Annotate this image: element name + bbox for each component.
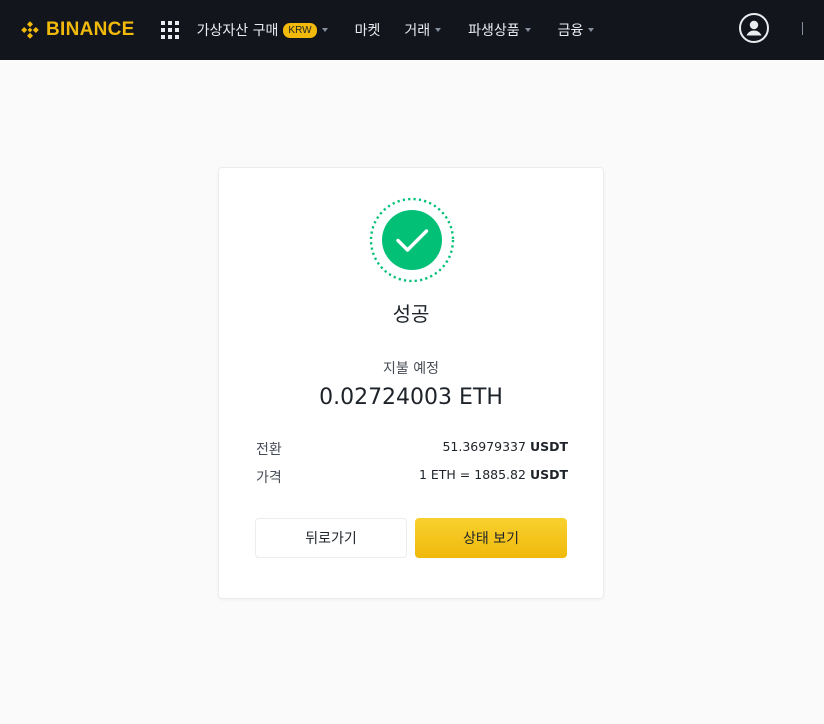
detail-key: 가격 (256, 470, 282, 486)
binance-logo-icon (21, 21, 39, 39)
top-navigation-bar: BINANCE 가상자산 구매 KRW 마켓 거래 파생상품 금융 (0, 0, 824, 60)
detail-value: 1 ETH = 1885.82 USDT (419, 467, 568, 487)
result-card: 성공 지불 예정 0.02724003 ETH 전환 51.36979337 U… (218, 167, 604, 599)
detail-unit: USDT (529, 439, 568, 454)
nav-item-trade[interactable]: 거래 (404, 20, 442, 40)
detail-amount: 51.36979337 (442, 439, 526, 454)
detail-value: 51.36979337 USDT (442, 439, 568, 459)
nav-item-derivatives[interactable]: 파생상품 (468, 20, 531, 40)
chevron-down-icon (321, 28, 328, 32)
main-nav: 가상자산 구매 KRW 마켓 거래 파생상품 금융 (197, 0, 622, 60)
amount-label: 지불 예정 (383, 361, 439, 377)
amount-value: 0.02724003 ETH (319, 385, 503, 410)
nav-item-label: 가상자산 구매 (196, 23, 279, 39)
nav-item-label: 거래 (404, 23, 431, 39)
nav-item-label: 마켓 (354, 23, 381, 39)
detail-unit: USDT (529, 467, 568, 482)
binance-logo[interactable]: BINANCE (18, 0, 135, 60)
nav-item-label: 파생상품 (468, 23, 520, 39)
user-circle-icon[interactable] (738, 12, 770, 44)
nav-item-finance[interactable]: 금융 (558, 20, 595, 40)
grid-icon[interactable] (160, 21, 179, 39)
chevron-down-icon (588, 28, 595, 32)
detail-row-conversion: 전환 51.36979337 USDT (256, 439, 568, 459)
header-divider (802, 22, 803, 35)
nav-item-buy-crypto[interactable]: 가상자산 구매 KRW (197, 20, 328, 40)
detail-key: 전환 (256, 442, 282, 458)
view-status-button[interactable]: 상태 보기 (415, 518, 567, 558)
chevron-down-icon (435, 28, 442, 32)
nav-item-markets[interactable]: 마켓 (355, 20, 381, 40)
back-button[interactable]: 뒤로가기 (255, 518, 407, 558)
brand-name: BINANCE (46, 19, 135, 40)
detail-row-price: 가격 1 ETH = 1885.82 USDT (256, 467, 568, 487)
status-title: 성공 (392, 302, 430, 326)
check-circle-icon (369, 197, 455, 283)
nav-item-label: 금융 (557, 23, 584, 39)
chevron-down-icon (524, 28, 531, 32)
krw-badge: KRW (283, 22, 317, 38)
detail-amount: 1 ETH = 1885.82 (418, 467, 526, 482)
